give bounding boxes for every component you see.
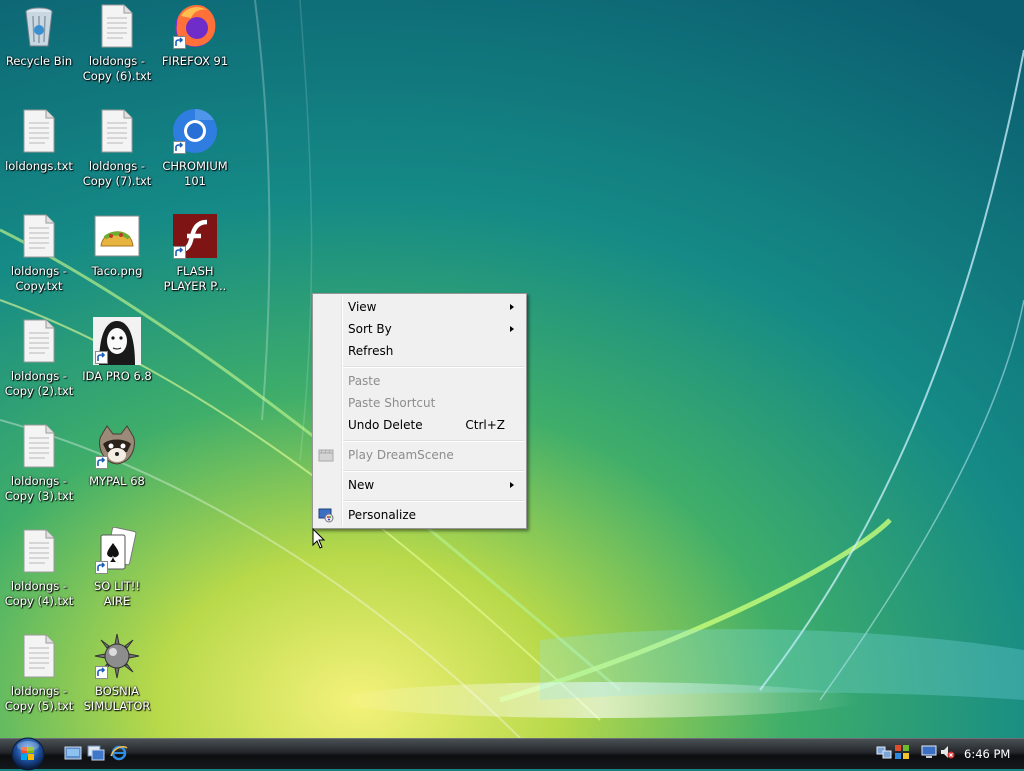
playing-cards-icon [93,526,141,575]
menu-item-view[interactable]: View [315,296,524,318]
menu-item-new[interactable]: New [315,474,524,496]
desktop-icon-label: loldongs - Copy (4).txt [4,579,74,608]
network-icon[interactable] [876,744,892,760]
text-file-icon [15,107,63,155]
submenu-arrow-icon [510,304,514,310]
volume-muted-icon[interactable] [939,744,955,760]
desktop-icon-loldongs-copy-5-txt[interactable]: loldongs - Copy (5).txt [0,630,78,726]
start-orb-button[interactable] [7,735,49,771]
raccoon-icon [93,422,141,470]
desktop-icon-label: loldongs - Copy (5).txt [4,684,74,713]
desktop-icon-label: loldongs - Copy (6).txt [82,54,152,83]
dreamscene-icon [318,447,334,463]
menu-separator [343,366,524,368]
taskbar-clock[interactable]: 6:46 PM [964,747,1010,761]
menu-item-label: Refresh [348,344,394,358]
text-file-icon [15,212,63,260]
text-file-icon [93,2,141,50]
desktop-icon-solitaire[interactable]: SO LIT!! AIRE [78,525,156,621]
menu-item-label: Play DreamScene [348,448,454,462]
desktop-context-menu: View Sort By Refresh Paste Paste Shortcu… [312,293,527,529]
shortcut-arrow-icon [173,246,186,259]
shortcut-arrow-icon [173,36,186,49]
shortcut-arrow-icon [95,561,108,574]
desktop-icon-recycle-bin[interactable]: Recycle Bin [0,0,78,96]
desktop-icon-label: MYPAL 68 [89,474,145,488]
menu-item-label: View [348,300,377,314]
recycle-bin-icon [15,2,63,50]
menu-separator [343,470,524,472]
ida-pro-icon [93,317,141,365]
display-icon[interactable] [921,744,937,760]
desktop-icon-label: IDA PRO 6.8 [82,369,152,383]
show-desktop-icon[interactable] [64,745,82,761]
menu-item-label: Undo Delete [348,418,423,432]
keyboard-shortcut: Ctrl+Z [465,418,505,432]
menu-separator [343,500,524,502]
shortcut-arrow-icon [173,141,186,154]
desktop-icon-label: FIREFOX 91 [161,54,229,68]
desktop-icon-loldongs-copy-txt[interactable]: loldongs - Copy.txt [0,210,78,306]
shortcut-arrow-icon [95,351,108,364]
menu-item-label: Paste Shortcut [348,396,436,410]
flash-player-icon [171,212,219,260]
desktop-icon-label: loldongs - Copy (7).txt [82,159,152,188]
desktop-icon-label: CHROMIUM 101 [162,159,228,188]
menu-item-refresh[interactable]: Refresh [315,340,524,362]
switch-windows-icon[interactable] [87,745,105,761]
menu-item-sort-by[interactable]: Sort By [315,318,524,340]
menu-separator [343,440,524,442]
shortcut-arrow-icon [95,456,108,469]
desktop-icon-loldongs-copy-7-txt[interactable]: loldongs - Copy (7).txt [78,105,156,201]
menu-item-label: Paste [348,374,381,388]
taco-image-icon [93,212,141,260]
security-icon[interactable] [894,744,910,760]
personalize-icon [318,507,334,523]
desktop-icon-label: FLASH PLAYER P... [163,264,227,293]
text-file-icon [15,527,63,575]
menu-item-personalize[interactable]: Personalize [315,504,524,526]
desktop-icon-label: Taco.png [91,264,143,278]
mouse-cursor-icon [312,528,326,549]
desktop-icon-loldongs-copy-3-txt[interactable]: loldongs - Copy (3).txt [0,420,78,516]
firefox-icon [171,2,219,50]
submenu-arrow-icon [510,482,514,488]
menu-item-paste[interactable]: Paste [315,370,524,392]
text-file-icon [15,422,63,470]
taskbar [0,738,1024,769]
shortcut-arrow-icon [95,666,108,679]
submenu-arrow-icon [510,326,514,332]
desktop-icon-label: Recycle Bin [5,54,73,68]
desktop-icon-label: loldongs - Copy (2).txt [4,369,74,398]
desktop-icon-bosnia-simulator[interactable]: BOSNIA SIMULATOR [78,630,156,726]
desktop-icon-ida-pro[interactable]: IDA PRO 6.8 [78,315,156,411]
menu-item-play-dreamscene[interactable]: Play DreamScene [315,444,524,466]
desktop-icon-label: SO LIT!! AIRE [93,579,141,608]
internet-explorer-icon[interactable] [110,745,128,761]
desktop-icon-flash-player[interactable]: FLASH PLAYER P... [156,210,234,306]
menu-item-paste-shortcut[interactable]: Paste Shortcut [315,392,524,414]
desktop-icon-mypal[interactable]: MYPAL 68 [78,420,156,516]
desktop-icon-loldongs-copy-4-txt[interactable]: loldongs - Copy (4).txt [0,525,78,621]
menu-item-label: Personalize [348,508,417,522]
text-file-icon [93,107,141,155]
chromium-icon [171,107,219,155]
text-file-icon [15,317,63,365]
desktop-icon-label: loldongs - Copy.txt [10,264,68,293]
menu-item-undo-delete[interactable]: Undo Delete Ctrl+Z [315,414,524,436]
desktop-icon-label: BOSNIA SIMULATOR [83,684,151,713]
menu-item-label: Sort By [348,322,392,336]
desktop-icon-chromium[interactable]: CHROMIUM 101 [156,105,234,201]
desktop-icon-firefox[interactable]: FIREFOX 91 [156,0,234,96]
text-file-icon [15,632,63,680]
desktop-icon-taco-png[interactable]: Taco.png [78,210,156,306]
spiked-mine-icon [93,632,141,680]
desktop-icon-loldongs-copy-2-txt[interactable]: loldongs - Copy (2).txt [0,315,78,411]
desktop-icon-label: loldongs - Copy (3).txt [4,474,74,503]
desktop-icon-label: loldongs.txt [5,159,73,173]
desktop-icon-loldongs-txt[interactable]: loldongs.txt [0,105,78,201]
desktop-icon-loldongs-copy-6-txt[interactable]: loldongs - Copy (6).txt [78,0,156,96]
menu-item-label: New [348,478,375,492]
